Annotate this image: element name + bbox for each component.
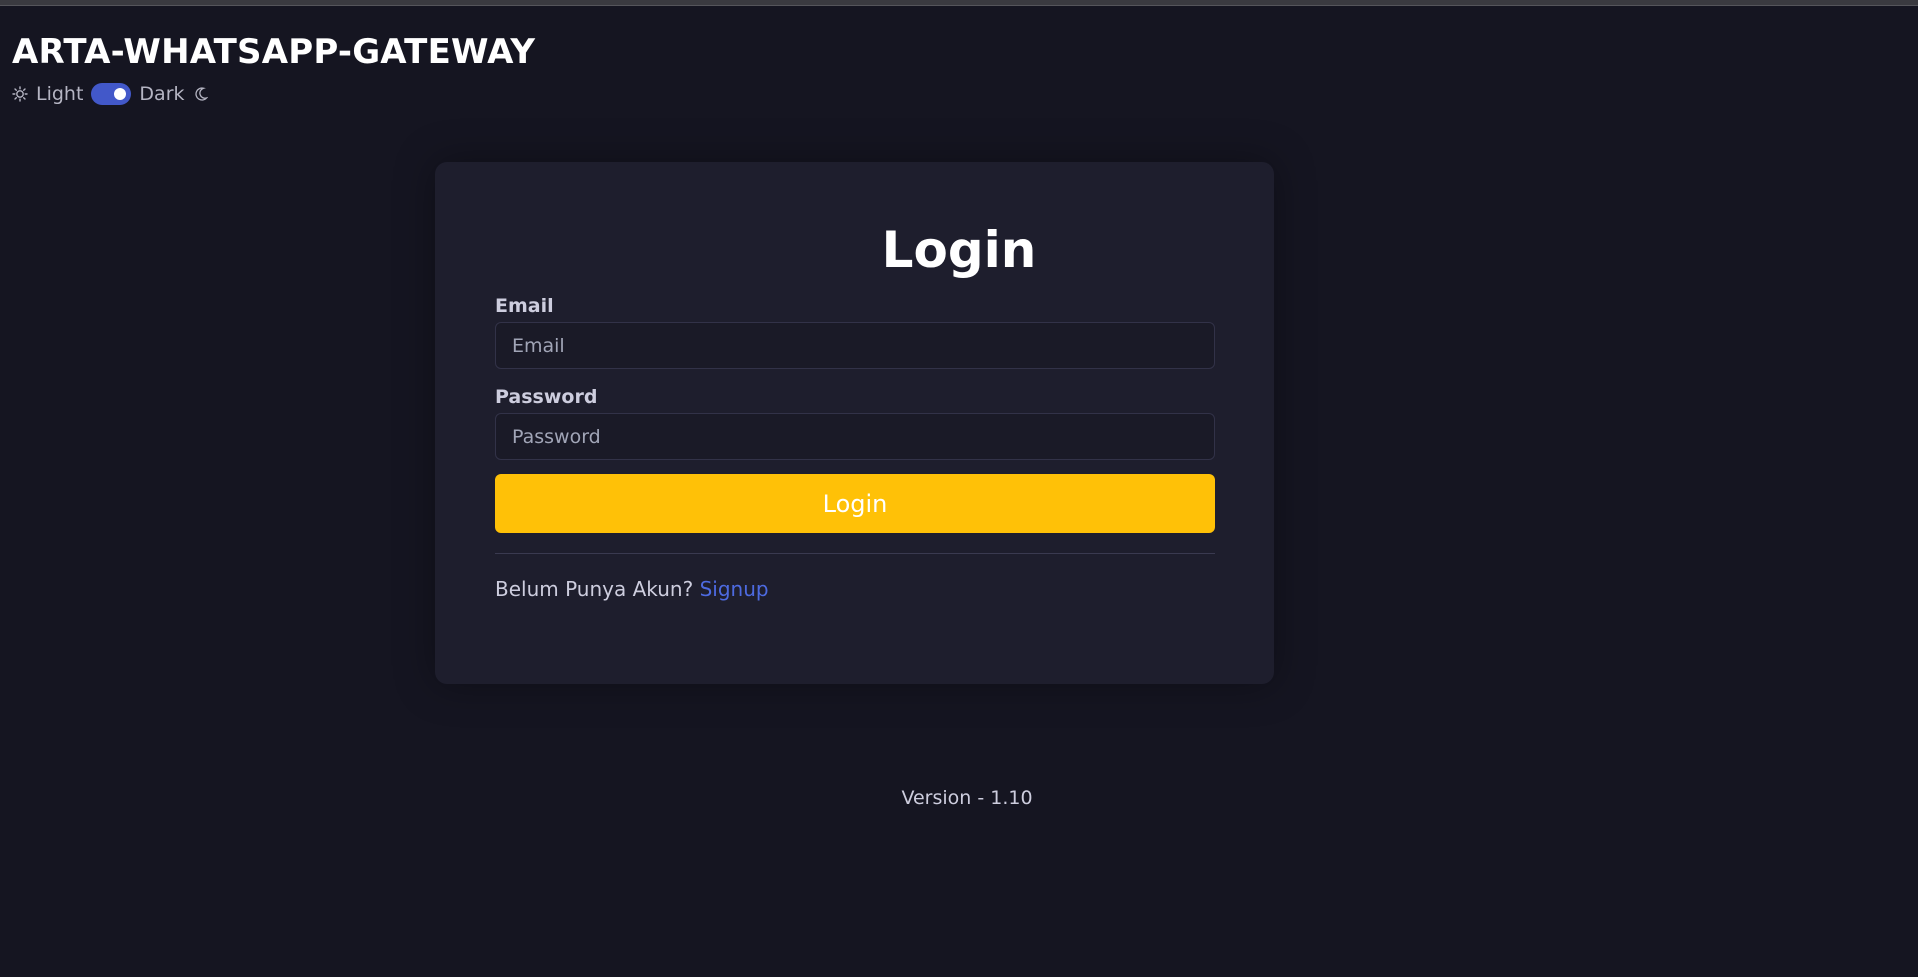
version-text: Version - 1.10 bbox=[901, 787, 1033, 809]
theme-toggle[interactable] bbox=[91, 83, 132, 105]
signup-link[interactable]: Signup bbox=[700, 577, 769, 601]
light-label: Light bbox=[36, 83, 84, 105]
signup-prompt: Belum Punya Akun? Signup bbox=[495, 576, 769, 602]
theme-switch: Light Dark bbox=[12, 81, 209, 107]
email-label: Email bbox=[495, 295, 554, 317]
password-label: Password bbox=[495, 386, 598, 408]
password-field[interactable] bbox=[495, 413, 1215, 460]
sun-icon bbox=[12, 86, 28, 102]
moon-icon bbox=[193, 86, 209, 102]
login-heading: Login bbox=[881, 221, 1037, 279]
dark-label: Dark bbox=[139, 83, 185, 105]
login-button[interactable]: Login bbox=[495, 474, 1215, 533]
divider bbox=[495, 553, 1215, 554]
browser-top-strip bbox=[0, 0, 1918, 6]
app-title: ARTA-WHATSAPP-GATEWAY bbox=[12, 32, 536, 72]
email-field[interactable] bbox=[495, 322, 1215, 369]
signup-prompt-text: Belum Punya Akun? bbox=[495, 577, 694, 601]
toggle-knob bbox=[114, 88, 127, 100]
